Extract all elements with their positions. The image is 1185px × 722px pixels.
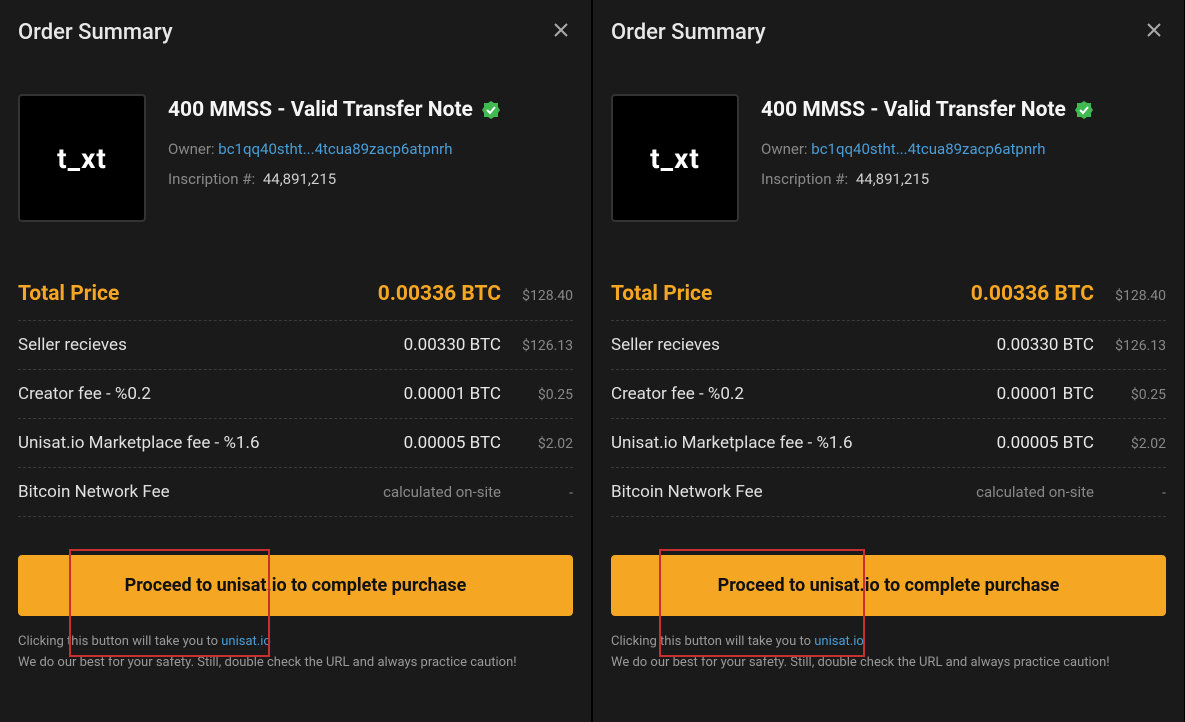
marketplace-label: Unisat.io Marketplace fee - %1.6	[611, 433, 964, 453]
marketplace-fee-row: Unisat.io Marketplace fee - %1.6 0.00005…	[18, 419, 573, 468]
verified-icon	[481, 100, 501, 120]
footnote: Clicking this button will take you to un…	[18, 632, 573, 674]
marketplace-usd: $2.02	[1094, 436, 1166, 452]
page-title: Order Summary	[18, 20, 173, 45]
seller-label: Seller recieves	[18, 335, 371, 355]
item-row: t_xt 400 MMSS - Valid Transfer Note Owne…	[18, 94, 573, 222]
item-thumbnail: t_xt	[611, 94, 739, 222]
owner-label: Owner:	[168, 140, 215, 158]
total-price-row: Total Price 0.00336 BTC $128.40	[611, 268, 1166, 321]
seller-label: Seller recieves	[611, 335, 964, 355]
item-row: t_xt 400 MMSS - Valid Transfer Note Owne…	[611, 94, 1166, 222]
total-price-row: Total Price 0.00336 BTC $128.40	[18, 268, 573, 321]
creator-label: Creator fee - %0.2	[611, 384, 964, 404]
page-title: Order Summary	[611, 20, 766, 45]
seller-receives-row: Seller recieves 0.00330 BTC $126.13	[18, 321, 573, 370]
inscription-label: Inscription #:	[761, 170, 848, 188]
verified-icon	[1074, 100, 1094, 120]
footnote-prefix: Clicking this button will take you to	[18, 634, 221, 649]
total-btc: 0.00336 BTC	[371, 282, 501, 306]
inscription-label: Inscription #:	[168, 170, 255, 188]
item-title: 400 MMSS - Valid Transfer Note	[761, 98, 1066, 122]
close-icon	[553, 22, 569, 38]
proceed-button[interactable]: Proceed to unisat.io to complete purchas…	[611, 555, 1166, 616]
item-title: 400 MMSS - Valid Transfer Note	[168, 98, 473, 122]
network-usd: -	[501, 485, 573, 501]
seller-usd: $126.13	[501, 338, 573, 354]
inscription-line: Inscription #: 44,891,215	[761, 170, 1166, 188]
header: Order Summary	[18, 18, 573, 46]
marketplace-label: Unisat.io Marketplace fee - %1.6	[18, 433, 371, 453]
inscription-number: 44,891,215	[263, 170, 336, 188]
footnote: Clicking this button will take you to un…	[611, 632, 1166, 674]
footnote-caution: We do our best for your safety. Still, d…	[611, 655, 1110, 670]
item-info: 400 MMSS - Valid Transfer Note Owner: bc…	[761, 94, 1166, 222]
creator-btc: 0.00001 BTC	[964, 384, 1094, 404]
footnote-link[interactable]: unisat.io	[221, 634, 271, 649]
total-btc: 0.00336 BTC	[964, 282, 1094, 306]
total-usd: $128.40	[1094, 288, 1166, 304]
marketplace-btc: 0.00005 BTC	[964, 433, 1094, 453]
item-info: 400 MMSS - Valid Transfer Note Owner: bc…	[168, 94, 573, 222]
seller-btc: 0.00330 BTC	[964, 335, 1094, 355]
item-title-row: 400 MMSS - Valid Transfer Note	[168, 98, 573, 122]
owner-line: Owner: bc1qq40stht...4tcua89zacp6atpnrh	[761, 140, 1166, 158]
header: Order Summary	[611, 18, 1166, 46]
owner-address-link[interactable]: bc1qq40stht...4tcua89zacp6atpnrh	[218, 140, 452, 158]
creator-usd: $0.25	[1094, 387, 1166, 403]
order-summary-panel: Order Summary t_xt 400 MMSS - Valid Tran…	[0, 0, 591, 722]
network-calc: calculated on-site	[371, 483, 501, 501]
close-icon	[1146, 22, 1162, 38]
creator-label: Creator fee - %0.2	[18, 384, 371, 404]
total-label: Total Price	[18, 282, 371, 306]
close-button[interactable]	[1142, 18, 1166, 46]
seller-usd: $126.13	[1094, 338, 1166, 354]
item-thumbnail: t_xt	[18, 94, 146, 222]
seller-btc: 0.00330 BTC	[371, 335, 501, 355]
item-title-row: 400 MMSS - Valid Transfer Note	[761, 98, 1166, 122]
inscription-line: Inscription #: 44,891,215	[168, 170, 573, 188]
footnote-link[interactable]: unisat.io	[814, 634, 864, 649]
network-label: Bitcoin Network Fee	[18, 482, 371, 502]
marketplace-fee-row: Unisat.io Marketplace fee - %1.6 0.00005…	[611, 419, 1166, 468]
order-summary-panel: Order Summary t_xt 400 MMSS - Valid Tran…	[593, 0, 1184, 722]
footnote-caution: We do our best for your safety. Still, d…	[18, 655, 517, 670]
owner-line: Owner: bc1qq40stht...4tcua89zacp6atpnrh	[168, 140, 573, 158]
network-fee-row: Bitcoin Network Fee calculated on-site -	[18, 468, 573, 517]
total-usd: $128.40	[501, 288, 573, 304]
creator-btc: 0.00001 BTC	[371, 384, 501, 404]
network-usd: -	[1094, 485, 1166, 501]
creator-fee-row: Creator fee - %0.2 0.00001 BTC $0.25	[611, 370, 1166, 419]
proceed-button[interactable]: Proceed to unisat.io to complete purchas…	[18, 555, 573, 616]
marketplace-btc: 0.00005 BTC	[371, 433, 501, 453]
network-calc: calculated on-site	[964, 483, 1094, 501]
network-label: Bitcoin Network Fee	[611, 482, 964, 502]
footnote-prefix: Clicking this button will take you to	[611, 634, 814, 649]
total-label: Total Price	[611, 282, 964, 306]
seller-receives-row: Seller recieves 0.00330 BTC $126.13	[611, 321, 1166, 370]
network-fee-row: Bitcoin Network Fee calculated on-site -	[611, 468, 1166, 517]
inscription-number: 44,891,215	[856, 170, 929, 188]
owner-label: Owner:	[761, 140, 808, 158]
creator-usd: $0.25	[501, 387, 573, 403]
owner-address-link[interactable]: bc1qq40stht...4tcua89zacp6atpnrh	[811, 140, 1045, 158]
creator-fee-row: Creator fee - %0.2 0.00001 BTC $0.25	[18, 370, 573, 419]
marketplace-usd: $2.02	[501, 436, 573, 452]
close-button[interactable]	[549, 18, 573, 46]
